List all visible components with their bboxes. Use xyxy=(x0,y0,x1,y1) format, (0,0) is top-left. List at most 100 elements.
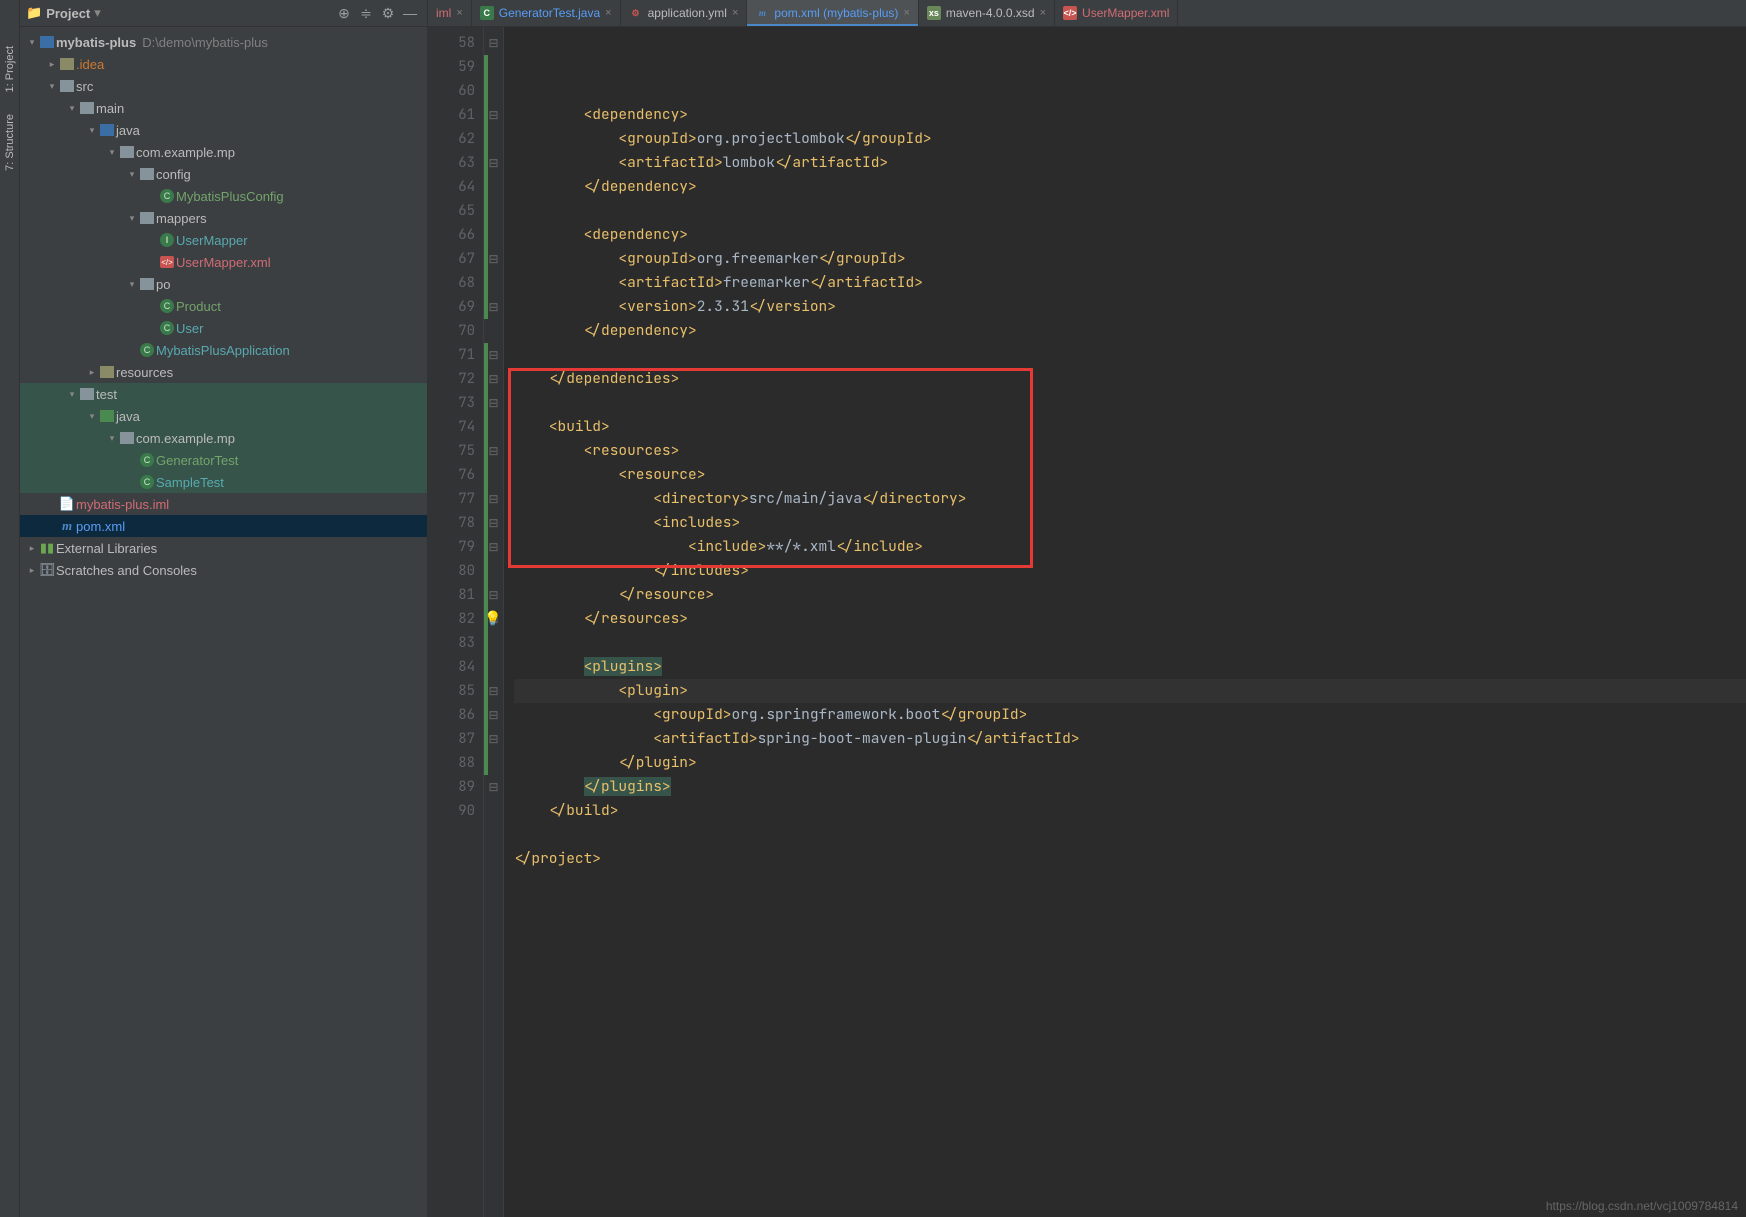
tree-item-iml[interactable]: 📄 mybatis-plus.iml xyxy=(20,493,427,515)
tab-xsd[interactable]: xs maven-4.0.0.xsd × xyxy=(919,0,1055,26)
tab-pom[interactable]: m pom.xml (mybatis-plus) × xyxy=(747,0,918,26)
tree-item-test[interactable]: ▾ test xyxy=(20,383,427,405)
folder-icon xyxy=(78,388,96,400)
tree-item-pkg-test[interactable]: ▾ com.example.mp xyxy=(20,427,427,449)
chevron-down-icon[interactable]: ▾ xyxy=(126,213,138,224)
iml-icon: 📄 xyxy=(58,496,76,512)
maven-icon: m xyxy=(755,6,769,20)
tree-label: MybatisPlusConfig xyxy=(176,189,284,204)
package-icon xyxy=(118,146,136,158)
chevron-down-icon[interactable]: ▾ xyxy=(46,81,58,92)
tab-usermapper-xml[interactable]: </> UserMapper.xml xyxy=(1055,0,1178,26)
tree-item-idea[interactable]: ▸ .idea xyxy=(20,53,427,75)
tab-label: iml xyxy=(436,6,451,20)
tree-label: com.example.mp xyxy=(136,145,235,160)
hide-button[interactable]: — xyxy=(399,2,421,24)
line-number-gutter: 5859606162636465666768697071727374757677… xyxy=(428,27,484,1217)
chevron-down-icon[interactable]: ▾ xyxy=(86,125,98,136)
tree-label: java xyxy=(116,409,140,424)
tab-application-yml[interactable]: ⚙ application.yml × xyxy=(621,0,748,26)
tree-item-pkg-main[interactable]: ▾ com.example.mp xyxy=(20,141,427,163)
chevron-right-icon[interactable]: ▸ xyxy=(26,543,38,554)
tree-item-product[interactable]: C Product xyxy=(20,295,427,317)
folder-icon xyxy=(58,58,76,70)
tree-label: pom.xml xyxy=(76,519,125,534)
chevron-right-icon[interactable]: ▸ xyxy=(46,59,58,70)
tree-item-usermapper-xml[interactable]: </> UserMapper.xml xyxy=(20,251,427,273)
tree-item-main[interactable]: ▾ main xyxy=(20,97,427,119)
tree-item-pom[interactable]: m pom.xml xyxy=(20,515,427,537)
chevron-down-icon[interactable]: ▾ xyxy=(86,411,98,422)
resources-folder-icon xyxy=(98,366,116,378)
tree-label: GeneratorTest xyxy=(156,453,238,468)
tree-item-app[interactable]: C MybatisPlusApplication xyxy=(20,339,427,361)
chevron-right-icon[interactable]: ▸ xyxy=(26,565,38,576)
tree-label: mybatis-plus xyxy=(56,35,136,50)
watermark: https://blog.csdn.net/vcj1009784814 xyxy=(1546,1199,1738,1213)
tree-item-main-java[interactable]: ▾ java xyxy=(20,119,427,141)
xsd-icon: xs xyxy=(927,6,941,20)
code-editor[interactable]: <dependency> <groupId>org.projectlombok<… xyxy=(504,27,1746,1217)
tab-generatortest[interactable]: C GeneratorTest.java × xyxy=(472,0,621,26)
module-icon xyxy=(38,36,56,48)
close-icon[interactable]: × xyxy=(605,7,611,19)
package-icon xyxy=(118,432,136,444)
project-panel-header: 📁 Project ▾ ⊕ ≑ ⚙ — xyxy=(20,0,427,27)
tree-label: resources xyxy=(116,365,173,380)
package-icon xyxy=(138,168,156,180)
tree-item-user[interactable]: C User xyxy=(20,317,427,339)
project-icon: 📁 xyxy=(26,5,42,21)
project-tree[interactable]: ▾ mybatis-plus D:\demo\mybatis-plus ▸ .i… xyxy=(20,27,427,1217)
locate-button[interactable]: ⊕ xyxy=(333,2,355,24)
xml-icon: </> xyxy=(158,256,176,268)
xml-icon: </> xyxy=(1063,6,1077,20)
tree-root[interactable]: ▾ mybatis-plus D:\demo\mybatis-plus xyxy=(20,31,427,53)
chevron-right-icon[interactable]: ▸ xyxy=(86,367,98,378)
tree-path: D:\demo\mybatis-plus xyxy=(142,35,268,50)
folder-icon xyxy=(58,80,76,92)
project-panel-title: Project xyxy=(46,6,90,21)
tree-label: java xyxy=(116,123,140,138)
tree-item-src[interactable]: ▾ src xyxy=(20,75,427,97)
library-icon: ▮▮ xyxy=(38,540,56,556)
tab-iml[interactable]: iml × xyxy=(428,0,472,26)
tree-item-mpconfig[interactable]: C MybatisPlusConfig xyxy=(20,185,427,207)
project-panel: 📁 Project ▾ ⊕ ≑ ⚙ — ▾ mybatis-plus D:\de… xyxy=(20,0,428,1217)
tree-item-gentest[interactable]: C GeneratorTest xyxy=(20,449,427,471)
tree-item-sampletest[interactable]: C SampleTest xyxy=(20,471,427,493)
chevron-down-icon[interactable]: ▾ xyxy=(26,37,38,48)
tree-item-usermapper[interactable]: I UserMapper xyxy=(20,229,427,251)
tree-item-resources[interactable]: ▸ resources xyxy=(20,361,427,383)
chevron-down-icon[interactable]: ▾ xyxy=(66,389,78,400)
interface-icon: I xyxy=(158,233,176,247)
project-view-dropdown[interactable]: ▾ xyxy=(94,5,101,21)
intention-bulb-icon[interactable]: 💡 xyxy=(484,607,501,631)
tree-item-scratches[interactable]: ▸ 🗄 Scratches and Consoles xyxy=(20,559,427,581)
tree-item-mappers[interactable]: ▾ mappers xyxy=(20,207,427,229)
tree-item-ext-libs[interactable]: ▸ ▮▮ External Libraries xyxy=(20,537,427,559)
close-icon[interactable]: × xyxy=(1040,7,1046,19)
chevron-down-icon[interactable]: ▾ xyxy=(126,279,138,290)
chevron-down-icon[interactable]: ▾ xyxy=(106,147,118,158)
class-icon: C xyxy=(158,321,176,335)
tree-item-test-java[interactable]: ▾ java xyxy=(20,405,427,427)
tree-item-config[interactable]: ▾ config xyxy=(20,163,427,185)
java-icon: C xyxy=(480,6,494,20)
tree-label: .idea xyxy=(76,57,104,72)
chevron-down-icon[interactable]: ▾ xyxy=(126,169,138,180)
editor-area: iml × C GeneratorTest.java × ⚙ applicati… xyxy=(428,0,1746,1217)
settings-button[interactable]: ⚙ xyxy=(377,2,399,24)
close-icon[interactable]: × xyxy=(903,7,909,19)
chevron-down-icon[interactable]: ▾ xyxy=(66,103,78,114)
folder-icon xyxy=(78,102,96,114)
tree-label: UserMapper.xml xyxy=(176,255,271,270)
close-icon[interactable]: × xyxy=(456,7,462,19)
tree-label: config xyxy=(156,167,191,182)
structure-tool-button[interactable]: 7: Structure xyxy=(2,108,18,177)
class-icon: C xyxy=(158,189,176,203)
tree-item-po[interactable]: ▾ po xyxy=(20,273,427,295)
chevron-down-icon[interactable]: ▾ xyxy=(106,433,118,444)
collapse-button[interactable]: ≑ xyxy=(355,2,377,24)
close-icon[interactable]: × xyxy=(732,7,738,19)
project-tool-button[interactable]: 1: Project xyxy=(2,40,18,98)
